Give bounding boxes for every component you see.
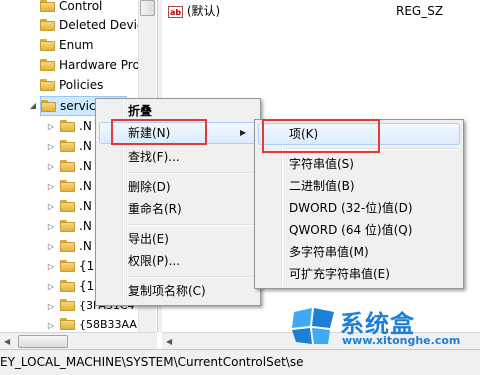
tree-item-label: {1 xyxy=(79,259,95,273)
menu-item-find[interactable]: 查找(F)... xyxy=(128,147,180,167)
folder-icon xyxy=(60,280,75,292)
menu-item-rename[interactable]: 重命名(R) xyxy=(128,199,182,219)
tree-item-label: servic xyxy=(60,99,96,113)
menu-item-collapse[interactable]: 折叠 xyxy=(128,101,152,121)
tree-item-label: .N xyxy=(79,239,92,253)
tree-horizontal-scrollbar[interactable]: ◀ xyxy=(0,332,157,350)
tree-item-subkey[interactable]: {1 xyxy=(60,277,94,295)
folder-icon xyxy=(60,200,75,212)
tree-item-label: .N xyxy=(79,219,92,233)
folder-icon xyxy=(60,260,75,272)
highlight-box-key xyxy=(262,119,380,153)
tree-scroll-thumb[interactable] xyxy=(140,0,155,16)
watermark: 系统盒 www.xitonghe.com xyxy=(290,302,480,352)
tree-item-label: {1 xyxy=(79,279,95,293)
folder-icon xyxy=(60,160,75,172)
submenu-arrow-icon: ▶ xyxy=(240,128,247,137)
tree-item-label: .N xyxy=(79,159,92,173)
string-value-icon: ab xyxy=(168,6,183,18)
tree-item-label: Enum xyxy=(59,38,94,52)
folder-icon xyxy=(60,120,75,132)
expand-arrow-icon[interactable]: ▷ xyxy=(46,182,56,192)
folder-icon xyxy=(40,19,55,31)
menu-item-delete[interactable]: 删除(D) xyxy=(128,177,171,197)
expand-arrow-icon[interactable]: ▷ xyxy=(46,202,56,212)
folder-icon xyxy=(40,79,55,91)
scroll-thumb[interactable] xyxy=(18,335,68,348)
tree-item-subkey[interactable]: .N xyxy=(60,217,92,235)
folder-icon xyxy=(60,140,75,152)
tree-item-deleted-devices[interactable]: Deleted Devic xyxy=(40,16,144,34)
menu-item-string-value[interactable]: 字符串值(S) xyxy=(289,154,354,174)
status-bar: EY_LOCAL_MACHINE\SYSTEM\CurrentControlSe… xyxy=(0,349,480,375)
scroll-left-icon[interactable]: ◀ xyxy=(4,337,10,346)
folder-icon xyxy=(60,180,75,192)
watermark-logo-icon xyxy=(292,308,334,344)
menu-item-dword-value[interactable]: DWORD (32-位)值(D) xyxy=(289,198,413,218)
tree-item-subkey[interactable]: {58B33AA xyxy=(60,316,137,332)
tree-item-hardware-profiles[interactable]: Hardware Pro xyxy=(40,56,140,74)
tree-item-label: Deleted Devic xyxy=(59,18,144,32)
expand-arrow-icon[interactable]: ▷ xyxy=(46,302,56,312)
tree-item-subkey[interactable]: .N xyxy=(60,117,92,135)
watermark-url: www.xitonghe.com xyxy=(342,334,461,347)
value-type: REG_SZ xyxy=(396,4,444,18)
tree-item-policies[interactable]: Policies xyxy=(40,76,103,94)
expand-arrow-icon[interactable]: ▷ xyxy=(46,162,56,172)
tree-item-label: Policies xyxy=(59,78,104,92)
tree-item-subkey[interactable]: .N xyxy=(60,177,92,195)
value-row[interactable]: ab (默认) xyxy=(168,3,220,19)
expand-arrow-icon[interactable]: ▷ xyxy=(46,262,56,272)
tree-item-enum[interactable]: Enum xyxy=(40,36,93,54)
tree-item-label: Hardware Pro xyxy=(59,58,140,72)
highlight-box-new xyxy=(111,119,207,145)
menu-separator xyxy=(126,172,254,174)
menu-item-qword-value[interactable]: QWORD (64 位)值(Q) xyxy=(289,220,412,240)
tree-item-label: .N xyxy=(79,199,92,213)
menu-item-binary-value[interactable]: 二进制值(B) xyxy=(289,176,355,196)
folder-icon xyxy=(60,318,75,330)
folder-icon xyxy=(60,220,75,232)
folder-open-icon xyxy=(41,100,56,112)
menu-item-copy-key-name[interactable]: 复制项名称(C) xyxy=(128,281,206,301)
tree-item-control[interactable]: Control xyxy=(40,0,102,15)
expand-arrow-icon[interactable]: ▷ xyxy=(46,222,56,232)
expand-arrow-icon[interactable]: ▷ xyxy=(46,282,56,292)
tree-item-label: .N xyxy=(79,179,92,193)
tree-item-label: {58B33AA xyxy=(79,318,137,331)
tree-item-subkey[interactable]: .N xyxy=(60,137,92,155)
menu-item-expandable-string-value[interactable]: 可扩充字符串值(E) xyxy=(289,264,390,284)
folder-icon xyxy=(40,39,55,51)
tree-item-label: .N xyxy=(79,139,92,153)
folder-icon xyxy=(40,59,55,71)
collapse-arrow-icon[interactable]: ◢ xyxy=(28,101,38,111)
folder-icon xyxy=(60,299,75,311)
tree-item-subkey[interactable]: {1 xyxy=(60,257,94,275)
expand-arrow-icon[interactable]: ▷ xyxy=(46,321,56,331)
menu-item-export[interactable]: 导出(E) xyxy=(128,229,169,249)
tree-item-subkey[interactable]: .N xyxy=(60,197,92,215)
menu-separator xyxy=(126,224,254,226)
folder-icon xyxy=(60,240,75,252)
tree-item-subkey[interactable]: .N xyxy=(60,157,92,175)
status-path: EY_LOCAL_MACHINE\SYSTEM\CurrentControlSe… xyxy=(0,355,304,369)
folder-icon xyxy=(40,0,55,12)
value-name: (默认) xyxy=(186,4,221,18)
expand-arrow-icon[interactable]: ▷ xyxy=(46,142,56,152)
expand-arrow-icon[interactable]: ▷ xyxy=(46,122,56,132)
scroll-left-icon[interactable]: ◀ xyxy=(166,337,172,346)
expand-arrow-icon[interactable]: ▷ xyxy=(46,242,56,252)
tree-item-label: Control xyxy=(59,0,103,13)
tree-item-label: .N xyxy=(79,119,92,133)
menu-item-multi-string-value[interactable]: 多字符串值(M) xyxy=(289,242,369,262)
menu-item-permissions[interactable]: 权限(P)... xyxy=(128,251,180,271)
tree-item-subkey[interactable]: .N xyxy=(60,237,92,255)
menu-separator xyxy=(126,276,254,278)
